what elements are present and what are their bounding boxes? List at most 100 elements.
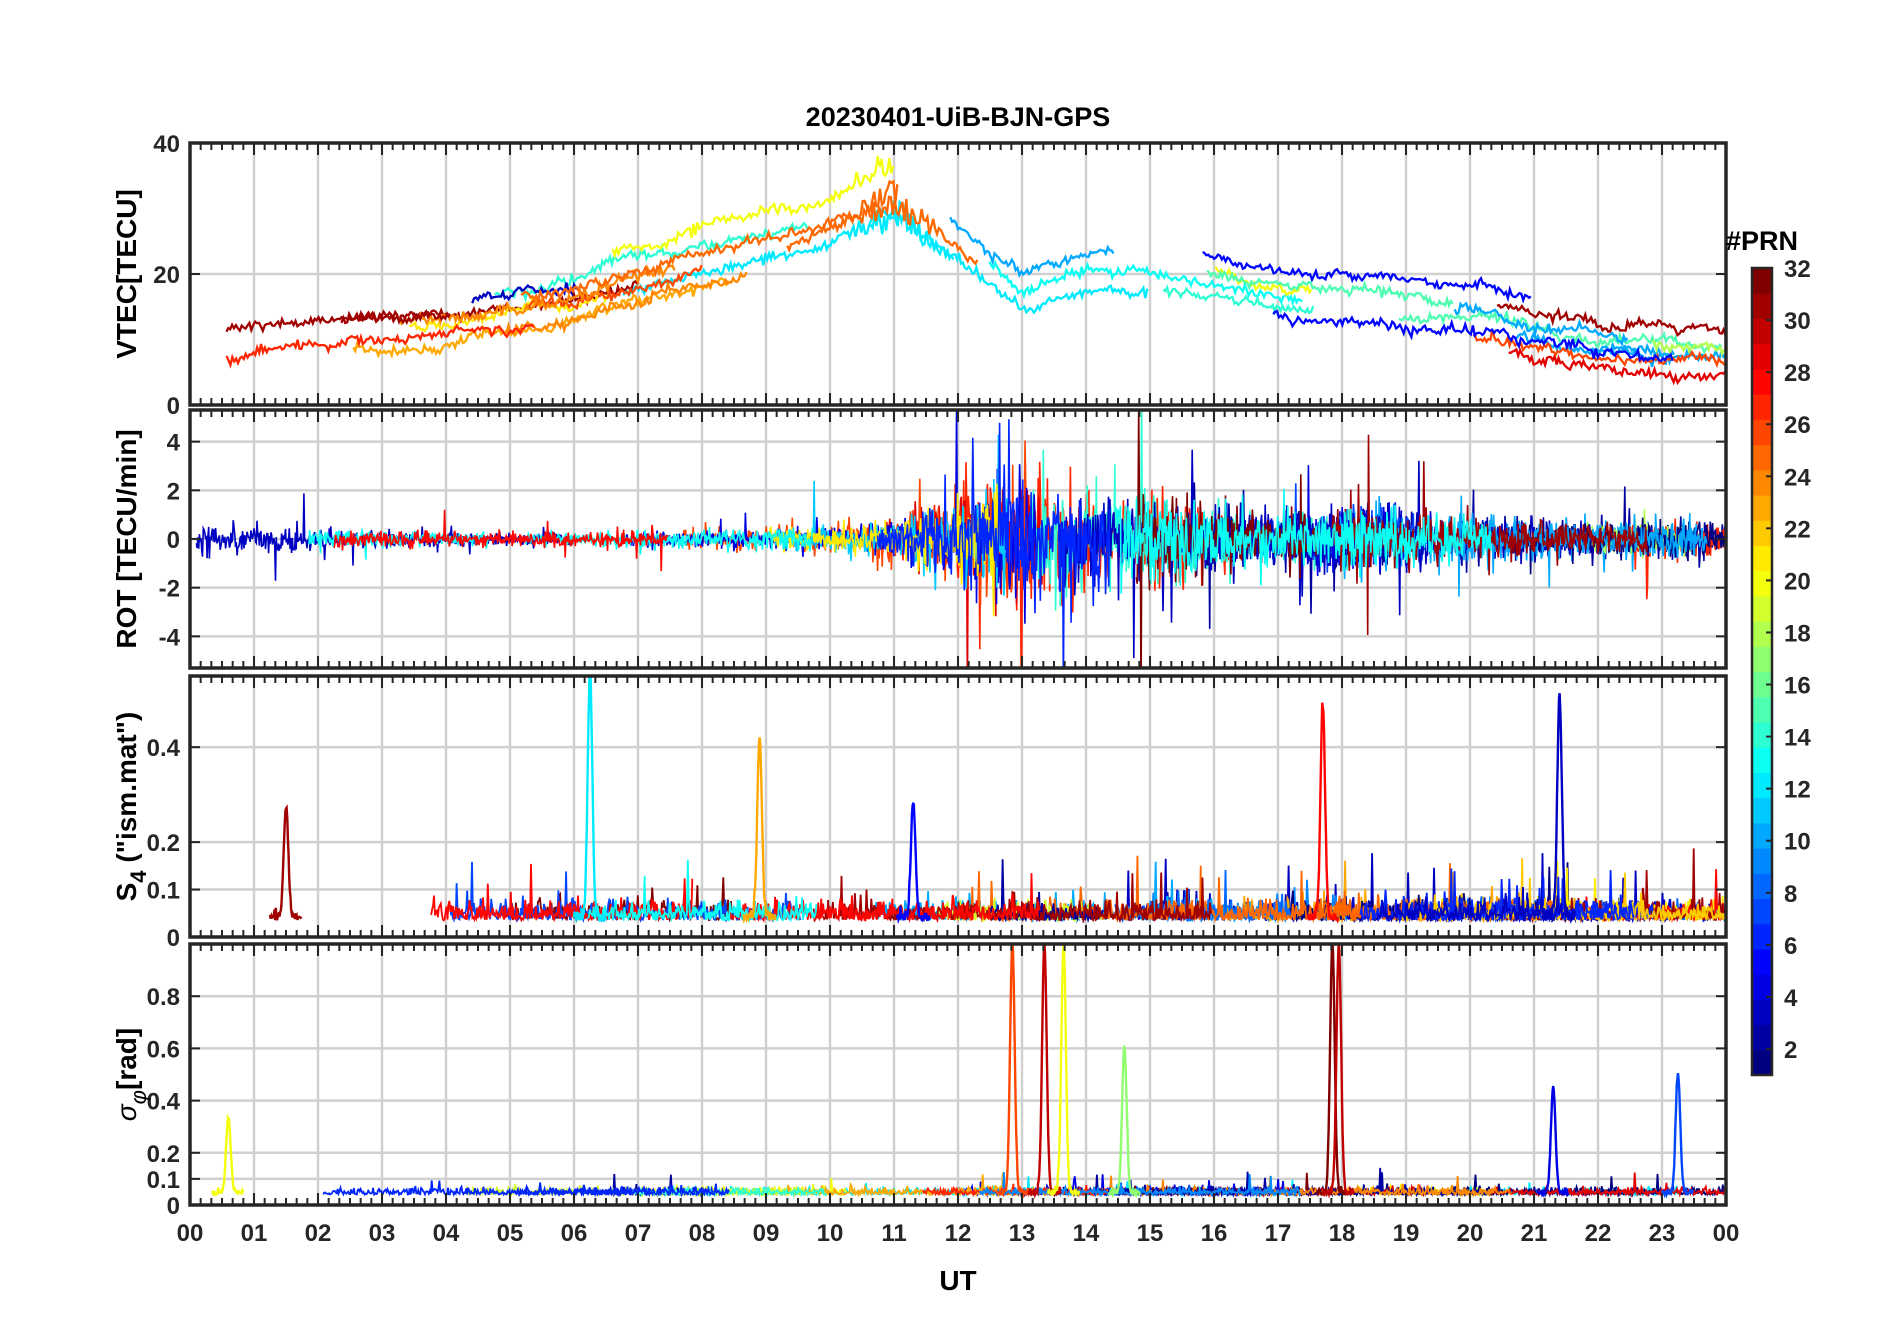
sigma_phi-peak-line	[995, 944, 1030, 1199]
y-tick-label: 0.4	[147, 1089, 181, 1116]
colorbar-segment	[1752, 545, 1772, 572]
y-axis-label-sigma_phi: σφ[rad]	[111, 1028, 151, 1121]
colorbar-tick-label: 30	[1784, 308, 1811, 335]
x-tick-label: 07	[625, 1220, 652, 1247]
vtec-series-line	[1453, 301, 1629, 347]
y-tick-label: -2	[159, 576, 180, 603]
x-tick-label: 20	[1457, 1220, 1484, 1247]
colorbar-tick-label: 10	[1784, 829, 1811, 856]
colorbar-segment	[1752, 293, 1772, 320]
series-s4	[268, 676, 1726, 925]
s4-peak-line	[1306, 702, 1340, 924]
sigma_phi-peak-line	[211, 1113, 245, 1198]
y-tick-label: 0.1	[147, 878, 180, 905]
rot-series-line	[876, 419, 1111, 668]
y-tick-label: 0	[167, 1193, 180, 1220]
colorbar-segment	[1752, 494, 1772, 521]
series-sigma_phi	[211, 944, 1726, 1200]
y-tick-label: 0	[167, 527, 180, 554]
colorbar-tick-label: 18	[1784, 620, 1811, 647]
x-tick-label: 13	[1009, 1220, 1036, 1247]
colorbar-tick-label: 8	[1784, 881, 1797, 908]
panel-s4: 0 0.1 0.2 0.4S4 ("ism.mat")	[111, 674, 1728, 952]
y-tick-label: 4	[167, 430, 181, 457]
s4-peak-line	[742, 737, 777, 924]
y-tick-label: 0	[167, 925, 180, 952]
series-vtec	[225, 155, 1726, 386]
s4-peak-line	[896, 801, 931, 925]
colorbar-segment	[1752, 721, 1772, 748]
colorbar-segment	[1752, 343, 1772, 370]
colorbar-segment	[1752, 394, 1772, 420]
figure: 20230401-UiB-BJN-GPS 02040VTEC[TECU]-4-2…	[111, 102, 1811, 1296]
colorbar-segment	[1752, 520, 1772, 547]
colorbar-segment	[1752, 444, 1772, 471]
x-tick-label: 08	[689, 1220, 716, 1247]
x-tick-label: 21	[1521, 1220, 1548, 1247]
colorbar-segment	[1752, 822, 1772, 849]
colorbar-tick-label: 4	[1784, 985, 1798, 1012]
y-tick-label: 0.2	[147, 830, 180, 857]
x-tick-label: 15	[1137, 1220, 1164, 1247]
colorbar-segment	[1752, 873, 1772, 900]
x-tick-label: 04	[433, 1220, 460, 1247]
colorbar-tick-label: 32	[1784, 256, 1811, 283]
colorbar-tick-label: 12	[1784, 777, 1811, 804]
figure-title: 20230401-UiB-BJN-GPS	[806, 102, 1111, 132]
y-tick-label: -4	[159, 624, 181, 651]
x-tick-label: 16	[1201, 1220, 1228, 1247]
colorbar-segment	[1752, 595, 1772, 622]
colorbar-tick-label: 26	[1784, 412, 1811, 439]
y-tick-label: 0	[167, 393, 180, 420]
colorbar-tick-label: 2	[1784, 1037, 1797, 1064]
vtec-series-line	[526, 264, 703, 311]
sigma_phi-peak-line	[1047, 944, 1081, 1197]
x-tick-label: 00	[177, 1220, 204, 1247]
x-tick-label: 11	[881, 1220, 906, 1247]
s4-peak-line	[572, 676, 608, 924]
x-tick-label: 05	[497, 1220, 524, 1247]
colorbar-segment	[1752, 419, 1772, 446]
vtec-series-line	[1496, 302, 1726, 337]
x-axis: 00 01 02 03 04 05 06 07 08 09 10 11 12 13 14 15 16 17 18 19…	[177, 1220, 1740, 1247]
colorbar-segment	[1752, 747, 1772, 773]
x-tick-label: 01	[241, 1220, 268, 1247]
colorbar-segment	[1752, 570, 1772, 597]
colorbar-segment	[1752, 621, 1772, 647]
x-tick-label: 02	[305, 1220, 332, 1247]
sigma_phi-peak-line	[1027, 944, 1062, 1200]
y-tick-label: 40	[153, 131, 180, 158]
x-tick-label: 14	[1073, 1220, 1100, 1247]
x-tick-label: 17	[1265, 1220, 1292, 1247]
colorbar: 2468101214161820222426283032#PRN	[1726, 226, 1811, 1077]
colorbar-tick-label: 14	[1784, 725, 1811, 752]
colorbar-segment	[1752, 646, 1772, 673]
colorbar-segment	[1752, 948, 1772, 975]
y-axis-label-vtec: VTEC[TECU]	[111, 189, 142, 359]
x-tick-label: 00	[1713, 1220, 1740, 1247]
colorbar-segment	[1752, 848, 1772, 874]
y-tick-label: 0.1	[147, 1167, 180, 1194]
y-tick-label: 20	[153, 262, 180, 289]
colorbar-tick-label: 28	[1784, 360, 1811, 387]
grid-vtec	[190, 143, 1726, 405]
x-tick-label: 12	[945, 1220, 972, 1247]
colorbar-segment	[1752, 1049, 1772, 1076]
s4-series-line	[728, 873, 1041, 924]
colorbar-tick-label: 24	[1784, 464, 1811, 491]
colorbar-segment	[1752, 318, 1772, 345]
sigma_phi-peak-line	[1107, 1045, 1141, 1200]
colorbar-title: #PRN	[1726, 226, 1798, 256]
x-tick-label: 10	[817, 1220, 844, 1247]
panel-vtec: 0 20 40 VTEC[TECU]	[111, 131, 1728, 420]
colorbar-segment	[1752, 772, 1772, 799]
x-axis-label: UT	[939, 1265, 976, 1296]
grid-s4	[190, 676, 1726, 937]
vtec-series-line	[1162, 284, 1315, 316]
y-tick-label: 2	[167, 478, 180, 505]
x-tick-label: 03	[369, 1220, 396, 1247]
sigma_phi-peak-line	[1660, 1072, 1694, 1199]
y-tick-label: 0.4	[147, 735, 181, 762]
colorbar-segment	[1752, 1024, 1772, 1051]
x-tick-label: 19	[1393, 1220, 1420, 1247]
